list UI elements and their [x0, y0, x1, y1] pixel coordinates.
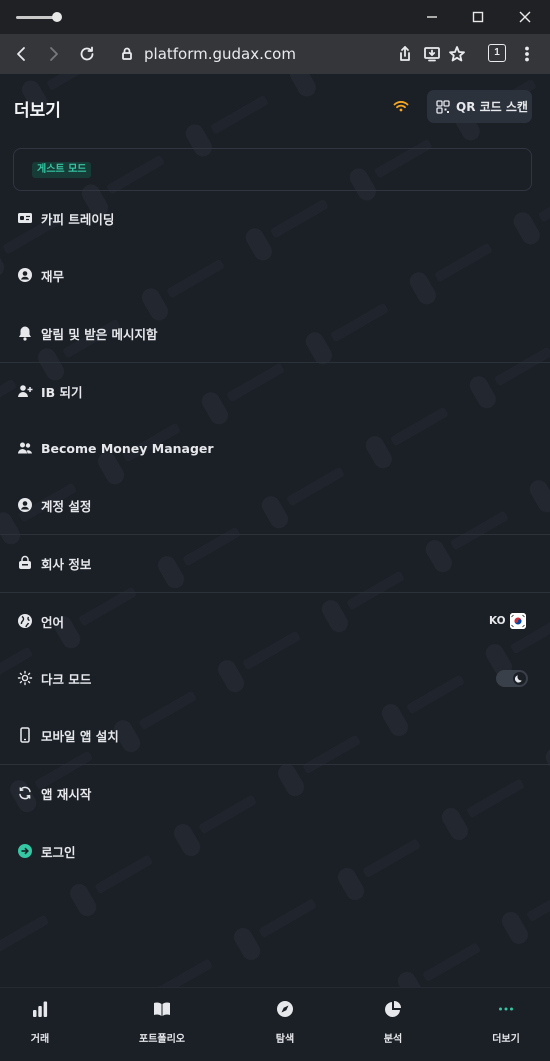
moon-icon [513, 671, 526, 685]
reload-icon[interactable] [76, 43, 98, 65]
user-circle-icon [17, 267, 33, 283]
nav-tab-explore[interactable]: 탐색 [245, 996, 325, 1045]
window-titlebar [0, 0, 550, 34]
add-user-icon [17, 383, 33, 399]
menu-item-login[interactable]: 로그인 [0, 829, 550, 873]
nav-label-more: 더보기 [492, 1034, 520, 1045]
bookmark-star-icon[interactable] [446, 43, 468, 65]
page-title: 더보기 [14, 101, 61, 121]
pie-chart-icon [384, 996, 402, 1022]
menu-item-copy-trading[interactable]: 카피 트레이딩 [0, 196, 550, 240]
menu-label-finance: 재무 [41, 268, 65, 284]
menu-label-restart-app: 앱 재시작 [41, 786, 92, 802]
copy-trading-icon [17, 210, 33, 226]
sun-icon [17, 670, 33, 686]
guest-mode-card: 게스트 모드 [13, 148, 532, 191]
connection-signal-icon [393, 98, 409, 117]
browser-toolbar: platform.gudax.com 1 [0, 34, 550, 74]
maximize-icon[interactable] [466, 6, 490, 28]
site-info-icon[interactable] [116, 43, 138, 65]
globe-icon [17, 613, 33, 629]
url-text[interactable]: platform.gudax.com [144, 44, 296, 64]
close-icon[interactable] [513, 6, 537, 28]
menu-item-dark-mode: 다크 모드 [0, 656, 550, 700]
menu-item-account-settings[interactable]: 계정 설정 [0, 483, 550, 527]
menu-item-notifications[interactable]: 알림 및 받은 메시지함 [0, 311, 550, 355]
menu-label-account-settings: 계정 설정 [41, 498, 92, 514]
back-icon[interactable] [11, 43, 33, 65]
nav-tab-more[interactable]: 더보기 [466, 996, 546, 1045]
qr-scan-button[interactable]: QR 코드 스캔 [427, 90, 532, 123]
guest-mode-badge: 게스트 모드 [32, 162, 92, 178]
account-circle-icon [17, 497, 33, 513]
menu-label-notifications: 알림 및 받은 메시지함 [41, 326, 158, 342]
nav-tab-trade[interactable]: 거래 [0, 996, 80, 1045]
mobile-phone-icon [17, 727, 33, 743]
refresh-icon [17, 785, 33, 801]
forward-icon[interactable] [42, 43, 64, 65]
minimize-icon[interactable] [420, 6, 444, 28]
menu-label-company-info: 회사 정보 [41, 556, 92, 572]
page-content: 더보기 QR 코드 스캔 게스트 모드 카피 트레이딩 재무 알림 및 받은 메… [0, 74, 550, 1061]
menu-divider [0, 534, 550, 535]
qr-scan-label: QR 코드 스캔 [456, 100, 528, 114]
bottom-navigation: 거래 포트폴리오 탐색 분석 더보기 [0, 987, 550, 1061]
menu-item-become-ib[interactable]: IB 되기 [0, 369, 550, 413]
book-icon [153, 996, 171, 1022]
nav-label-analysis: 분석 [383, 1034, 403, 1045]
tab-count-button[interactable]: 1 [488, 44, 506, 62]
menu-item-become-money-manager[interactable]: Become Money Manager [0, 426, 550, 470]
menu-label-dark-mode: 다크 모드 [41, 671, 92, 687]
menu-item-language[interactable]: 언어 KO [0, 599, 550, 643]
more-dots-icon [497, 996, 515, 1022]
zoom-slider-knob[interactable] [52, 12, 62, 22]
nav-tab-portfolio[interactable]: 포트폴리오 [122, 996, 202, 1045]
share-icon[interactable] [394, 43, 416, 65]
korea-flag-icon [510, 613, 526, 629]
nav-label-trade: 거래 [30, 1034, 50, 1045]
bell-icon [17, 325, 33, 341]
bar-chart-icon [31, 996, 49, 1022]
compass-icon [276, 996, 294, 1022]
menu-item-company-info[interactable]: 회사 정보 [0, 541, 550, 585]
menu-label-copy-trading: 카피 트레이딩 [41, 211, 115, 227]
menu-label-language: 언어 [41, 614, 65, 630]
login-arrow-icon [17, 843, 33, 859]
menu-item-restart-app[interactable]: 앱 재시작 [0, 771, 550, 815]
menu-label-become-ib: IB 되기 [41, 384, 83, 400]
menu-divider [0, 592, 550, 593]
menu-item-finance[interactable]: 재무 [0, 253, 550, 297]
menu-label-become-money-manager: Become Money Manager [41, 440, 214, 456]
install-app-icon[interactable] [421, 43, 443, 65]
nav-label-explore: 탐색 [275, 1034, 295, 1045]
menu-item-install-mobile-app[interactable]: 모바일 앱 설치 [0, 713, 550, 757]
menu-divider [0, 764, 550, 765]
language-code: KO [489, 615, 506, 627]
dark-mode-toggle[interactable] [496, 669, 528, 687]
browser-menu-icon[interactable] [516, 43, 538, 65]
nav-label-portfolio: 포트폴리오 [139, 1034, 185, 1045]
users-icon [17, 440, 33, 456]
menu-divider [0, 362, 550, 363]
qr-code-icon [436, 99, 450, 114]
nav-tab-analysis[interactable]: 분석 [353, 996, 433, 1045]
company-icon [17, 555, 33, 571]
menu-label-login: 로그인 [41, 844, 76, 860]
page-header: 더보기 QR 코드 스캔 [0, 74, 550, 140]
menu-label-install-mobile-app: 모바일 앱 설치 [41, 728, 119, 744]
